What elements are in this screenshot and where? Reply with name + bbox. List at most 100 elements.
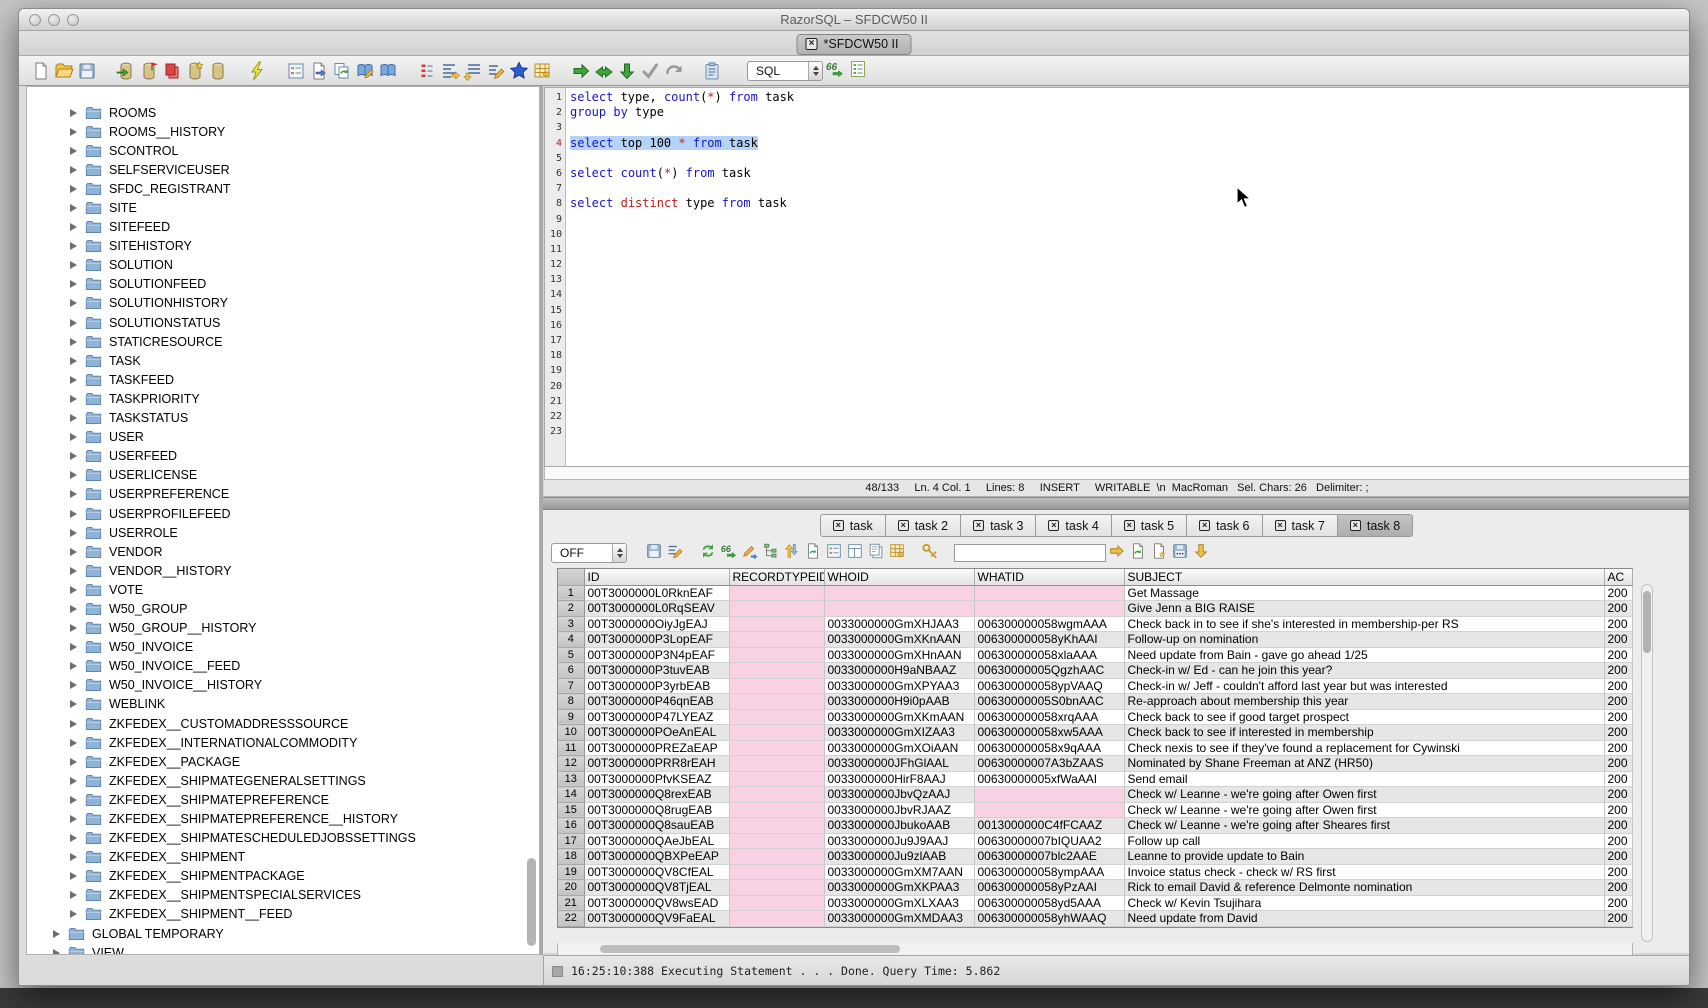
cell-whatid[interactable]: 006300000058ypVAAQ <box>974 678 1124 694</box>
table-row[interactable]: 700T3000000P3yrbEAB0033000000GmXPYAA3006… <box>558 678 1632 694</box>
execute-lightning-button[interactable] <box>245 59 268 82</box>
tree-item-taskfeed[interactable]: TASKFEED <box>27 370 539 389</box>
tree-item-site[interactable]: SITE <box>27 198 539 217</box>
disclosure-triangle-icon[interactable] <box>70 185 77 193</box>
edit-sql-button[interactable] <box>484 59 507 82</box>
disclosure-triangle-icon[interactable] <box>70 147 77 155</box>
cell-whatid[interactable]: 006300000058ympAAA <box>974 864 1124 880</box>
tree-item-zkfedex-shipment[interactable]: ZKFEDEX__SHIPMENT <box>27 848 539 867</box>
tree-item-userfeed[interactable]: USERFEED <box>27 447 539 466</box>
column-header-whatid[interactable]: WHATID <box>974 569 1124 585</box>
execute-all-button[interactable] <box>592 59 615 82</box>
cell-ac[interactable]: 200 <box>1604 911 1632 927</box>
disclosure-triangle-icon[interactable] <box>70 758 77 766</box>
disclosure-triangle-icon[interactable] <box>53 930 60 938</box>
table-row[interactable]: 1500T3000000Q8rugEAB0033000000JbvRJAAZCh… <box>558 802 1632 818</box>
row-number[interactable]: 2 <box>558 601 584 617</box>
filter-results-button[interactable] <box>919 540 940 561</box>
cell-whoid[interactable]: 0033000000GmXKmAAN <box>824 709 974 725</box>
cell-recordtypeid[interactable] <box>729 601 824 617</box>
cell-ac[interactable]: 200 <box>1604 771 1632 787</box>
row-number[interactable]: 19 <box>558 864 584 880</box>
form-view-button[interactable] <box>823 540 844 561</box>
cell-id[interactable]: 00T3000000PfvKSEAZ <box>584 771 729 787</box>
tree-view-button[interactable] <box>760 540 781 561</box>
cell-whatid[interactable]: 00630000007blc2AAE <box>974 849 1124 865</box>
export-document-button[interactable] <box>307 59 330 82</box>
close-tab-icon[interactable]: × <box>898 520 909 531</box>
tree-scrollbar-thumb[interactable] <box>527 858 536 946</box>
table-row[interactable]: 2100T3000000QV8wsEAD0033000000GmXLXAA300… <box>558 895 1632 911</box>
cell-whoid[interactable]: 0033000000GmXPYAA3 <box>824 678 974 694</box>
cell-recordtypeid[interactable] <box>729 616 824 632</box>
execute-statement-button[interactable] <box>569 59 592 82</box>
reload-grid-button[interactable] <box>802 540 823 561</box>
horizontal-splitter[interactable] <box>543 497 1690 510</box>
cell-whoid[interactable]: 0033000000HirF8AAJ <box>824 771 974 787</box>
sql-code-area[interactable]: select type, count(*) from taskgroup by … <box>566 88 1689 466</box>
table-row[interactable]: 900T3000000P47LYEAZ0033000000GmXKmAAN006… <box>558 709 1632 725</box>
copy-connection-button[interactable] <box>160 59 183 82</box>
cell-whatid[interactable]: 00630000005S0bnAAC <box>974 694 1124 710</box>
disclosure-triangle-icon[interactable] <box>70 567 77 575</box>
tree-item-solutionstatus[interactable]: SOLUTIONSTATUS <box>27 313 539 332</box>
tree-item-zkfedex-shipment-feed[interactable]: ZKFEDEX__SHIPMENT__FEED <box>27 905 539 924</box>
cell-whatid[interactable] <box>974 585 1124 601</box>
cell-whatid[interactable]: 006300000058yd5AAA <box>974 895 1124 911</box>
disclosure-triangle-icon[interactable] <box>70 586 77 594</box>
table-row[interactable]: 600T3000000P3tuvEAB0033000000H9aNBAAZ006… <box>558 663 1632 679</box>
rollback-button[interactable] <box>661 59 684 82</box>
cell-ac[interactable]: 200 <box>1604 787 1632 803</box>
close-tab-icon[interactable]: × <box>833 520 844 531</box>
show-columns-button[interactable] <box>846 57 869 80</box>
save-grid-button[interactable] <box>1169 540 1190 561</box>
cell-whatid[interactable]: 006300000058wgmAAA <box>974 616 1124 632</box>
refresh-page-button[interactable] <box>1127 540 1148 561</box>
cell-subject[interactable]: Follow-up on nomination <box>1124 632 1604 648</box>
cell-id[interactable]: 00T3000000P3tuvEAB <box>584 663 729 679</box>
row-number[interactable]: 14 <box>558 787 584 803</box>
cell-recordtypeid[interactable] <box>729 880 824 896</box>
row-number[interactable]: 8 <box>558 694 584 710</box>
tree-item-taskpriority[interactable]: TASKPRIORITY <box>27 389 539 408</box>
cell-whoid[interactable]: 0033000000GmXMDAA3 <box>824 911 974 927</box>
tree-item-zkfedex-shipmategeneralsettings[interactable]: ZKFEDEX__SHIPMATEGENERALSETTINGS <box>27 771 539 790</box>
grid-hscrollbar-thumb[interactable] <box>600 945 900 953</box>
cell-recordtypeid[interactable] <box>729 678 824 694</box>
cell-whoid[interactable]: 0033000000GmXHJAA3 <box>824 616 974 632</box>
edit-cell-button[interactable] <box>739 540 760 561</box>
tree-item-w50-invoice[interactable]: W50_INVOICE <box>27 638 539 657</box>
cell-whoid[interactable] <box>824 601 974 617</box>
cell-subject[interactable]: Check back to see if interested in membe… <box>1124 725 1604 741</box>
disclosure-triangle-icon[interactable] <box>70 223 77 231</box>
cell-id[interactable]: 00T3000000Q8rugEAB <box>584 802 729 818</box>
disclosure-triangle-icon[interactable] <box>70 357 77 365</box>
disclosure-triangle-icon[interactable] <box>70 414 77 422</box>
column-header-whoid[interactable]: WHOID <box>824 569 974 585</box>
cell-recordtypeid[interactable] <box>729 849 824 865</box>
tree-item-userpreference[interactable]: USERPREFERENCE <box>27 485 539 504</box>
result-tab-task-6[interactable]: ×task 6 <box>1186 514 1262 537</box>
tree-item-rooms[interactable]: ROOMS <box>27 103 539 122</box>
row-number[interactable]: 6 <box>558 663 584 679</box>
tree-item-weblink[interactable]: WEBLINK <box>27 695 539 714</box>
cell-whoid[interactable]: 0033000000H9i0pAAB <box>824 694 974 710</box>
disclosure-triangle-icon[interactable] <box>70 872 77 880</box>
tree-item-zkfedex-package[interactable]: ZKFEDEX__PACKAGE <box>27 752 539 771</box>
disclosure-triangle-icon[interactable] <box>70 662 77 670</box>
table-row[interactable]: 200T3000000L0RqSEAVGive Jenn a BIG RAISE… <box>558 601 1632 617</box>
cell-ac[interactable]: 200 <box>1604 663 1632 679</box>
cell-recordtypeid[interactable] <box>729 771 824 787</box>
cell-subject[interactable]: Check-in w/ Ed - can he join this year? <box>1124 663 1604 679</box>
disclosure-triangle-icon[interactable] <box>70 681 77 689</box>
cell-ac[interactable]: 200 <box>1604 601 1632 617</box>
cell-recordtypeid[interactable] <box>729 585 824 601</box>
table-row[interactable]: 400T3000000P3LopEAF0033000000GmXKnAAN006… <box>558 632 1632 648</box>
tree-item-vendor[interactable]: VENDOR <box>27 542 539 561</box>
grid-vscrollbar-thumb[interactable] <box>1643 591 1651 653</box>
disclosure-triangle-icon[interactable] <box>70 891 77 899</box>
cell-subject[interactable]: Need update from David <box>1124 911 1604 927</box>
cell-id[interactable]: 00T3000000P3LopEAF <box>584 632 729 648</box>
window-titlebar[interactable]: RazorSQL – SFDCW50 II <box>19 9 1689 31</box>
cell-recordtypeid[interactable] <box>729 818 824 834</box>
